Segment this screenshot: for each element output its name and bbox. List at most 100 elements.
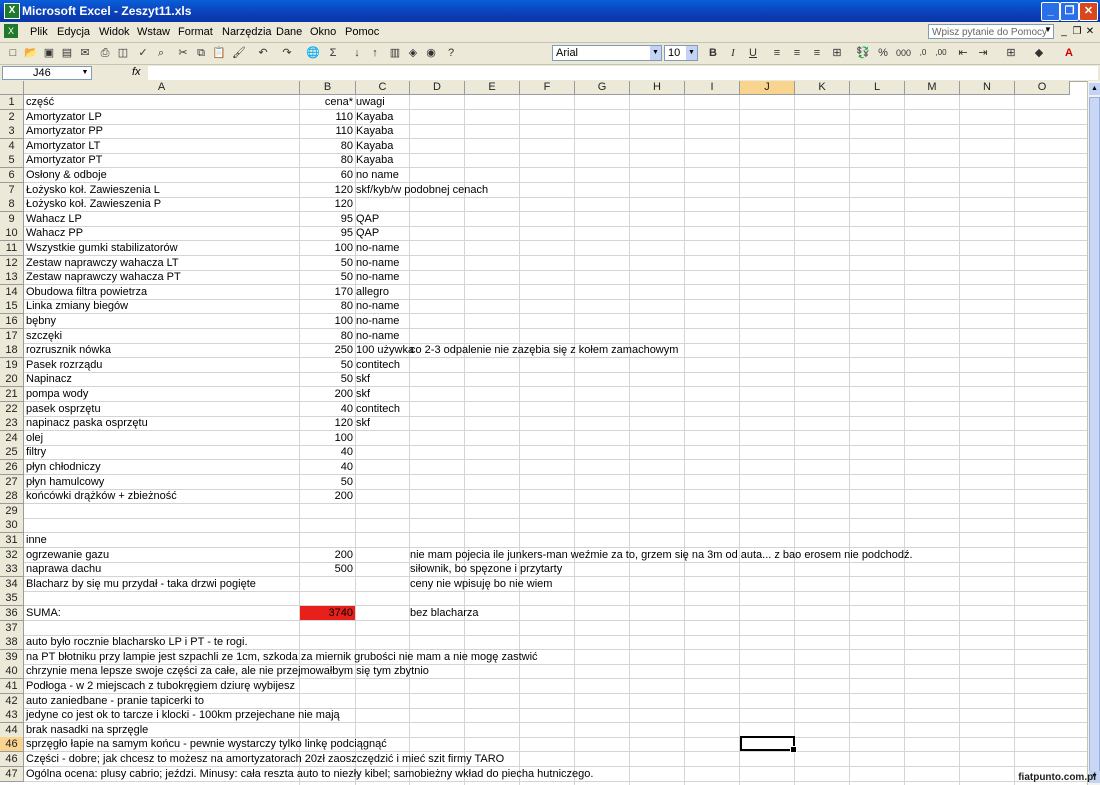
row-header[interactable]: 9 (0, 211, 24, 227)
cell-notes[interactable]: no-name (356, 329, 399, 343)
row-header[interactable]: 8 (0, 197, 24, 213)
cell-notes[interactable]: Kayaba (356, 153, 393, 167)
column-header-c[interactable]: C (356, 81, 410, 95)
cell-price[interactable]: 120 (300, 197, 353, 211)
cell-price[interactable]: 100 (300, 431, 353, 445)
cell-notes[interactable]: skf/kyb/w podobnej cenach (356, 183, 488, 197)
cut-icon[interactable]: ✂ (176, 46, 190, 60)
sort-asc-icon[interactable]: ↓ (350, 46, 364, 60)
cell-price[interactable]: 80 (300, 139, 353, 153)
fill-color-icon[interactable]: ◆ (1032, 46, 1046, 60)
cell-part[interactable]: Zestaw naprawczy wahacza LT (26, 256, 179, 270)
cell-notes[interactable]: QAP (356, 212, 379, 226)
document-icon[interactable]: X (4, 24, 18, 38)
row-header[interactable]: 6 (0, 168, 24, 183)
minimize-button[interactable]: _ (1041, 2, 1060, 21)
row-header[interactable]: 12 (0, 255, 24, 271)
row-header[interactable]: 47 (0, 766, 24, 782)
cell-price[interactable]: 95 (300, 226, 353, 240)
menu-plik[interactable]: Plik (30, 26, 48, 38)
column-header-j[interactable]: J (740, 81, 795, 95)
cell-part[interactable]: Wahacz PP (26, 226, 83, 240)
cell-part[interactable]: część (26, 95, 54, 109)
cell-comment[interactable]: nie mam pojecia ile junkers-man weźmie z… (410, 548, 913, 562)
align-right-icon[interactable]: ≡ (810, 46, 824, 60)
row-header[interactable]: 18 (0, 343, 24, 359)
cell-notes[interactable]: Kayaba (356, 110, 393, 124)
cell-price[interactable]: 200 (300, 489, 353, 503)
row-header[interactable]: 11 (0, 241, 24, 256)
cell-price[interactable]: 170 (300, 285, 353, 299)
name-box-dropdown-icon[interactable]: ▼ (79, 67, 91, 79)
cell-price[interactable] (300, 650, 353, 664)
cell-price[interactable]: 40 (300, 445, 353, 459)
format-painter-icon[interactable]: 🖌 (232, 46, 246, 60)
help-icon[interactable]: ? (444, 46, 458, 60)
cell-part[interactable]: Amortyzator PP (26, 124, 103, 138)
underline-button[interactable]: U (746, 46, 760, 60)
row-header[interactable]: 17 (0, 328, 24, 344)
scroll-thumb[interactable] (1089, 97, 1100, 777)
hyperlink-icon[interactable]: 🌐 (306, 46, 320, 60)
row-header[interactable]: 20 (0, 372, 24, 388)
cell-price[interactable]: cena* (300, 95, 353, 109)
doc-restore-icon[interactable]: ❐ (1071, 25, 1083, 38)
row-header[interactable]: 39 (0, 649, 24, 665)
cell-price[interactable]: 40 (300, 402, 353, 416)
font-color-icon[interactable]: A (1062, 46, 1076, 60)
formula-input[interactable] (148, 66, 1098, 80)
cell-price[interactable]: 3740 (300, 606, 353, 620)
cell-part[interactable]: rozrusznik nówka (26, 343, 111, 357)
row-header[interactable]: 32 (0, 547, 24, 563)
cell-price[interactable]: 100 (300, 314, 353, 328)
cell-price[interactable]: 200 (300, 548, 353, 562)
row-header[interactable]: 5 (0, 153, 24, 169)
row-header[interactable]: 22 (0, 401, 24, 417)
drawing-icon[interactable]: ◈ (406, 46, 420, 60)
column-header-a[interactable]: A (24, 81, 300, 95)
menu-dane[interactable]: Dane (276, 26, 302, 38)
print-icon[interactable]: ⎙ (98, 46, 112, 60)
cell-price[interactable] (300, 737, 353, 751)
cell-notes[interactable]: no-name (356, 314, 399, 328)
open-icon[interactable]: 📂 (24, 46, 38, 60)
thousands-icon[interactable]: 000 (896, 46, 911, 60)
cell-price[interactable]: 200 (300, 387, 353, 401)
menu-pomoc[interactable]: Pomoc (345, 26, 379, 38)
column-header-o[interactable]: O (1015, 81, 1070, 95)
mail-icon[interactable]: ✉ (78, 46, 92, 60)
cell-comment[interactable]: siłownik, bo spęzone i przytarty (410, 562, 562, 576)
cell-price[interactable] (300, 767, 353, 781)
row-header[interactable]: 15 (0, 299, 24, 315)
cell-part[interactable]: naprawa dachu (26, 562, 101, 576)
column-header-k[interactable]: K (795, 81, 850, 95)
row-header[interactable]: 38 (0, 635, 24, 651)
cell-price[interactable]: 50 (300, 270, 353, 284)
cell-part[interactable]: Wahacz LP (26, 212, 82, 226)
cell-notes[interactable]: no name (356, 168, 399, 182)
menu-widok[interactable]: Widok (99, 26, 130, 38)
cell-price[interactable]: 80 (300, 329, 353, 343)
row-header[interactable]: 46 (0, 737, 24, 753)
close-button[interactable]: ✕ (1079, 2, 1098, 21)
cell-part[interactable]: Obudowa filtra powietrza (26, 285, 147, 299)
row-header[interactable]: 3 (0, 124, 24, 140)
cell-part[interactable]: Łożysko koł. Zawieszenia L (26, 183, 160, 197)
chart-wizard-icon[interactable]: ▥ (388, 46, 402, 60)
row-header[interactable]: 27 (0, 474, 24, 490)
align-left-icon[interactable]: ≡ (770, 46, 784, 60)
cell-part[interactable]: bębny (26, 314, 56, 328)
row-header[interactable]: 42 (0, 693, 24, 709)
select-all-corner[interactable] (0, 81, 24, 95)
row-header[interactable]: 46 (0, 752, 24, 767)
row-header[interactable]: 37 (0, 620, 24, 636)
doc-minimize-icon[interactable]: _ (1058, 25, 1070, 38)
cell-price[interactable]: 120 (300, 416, 353, 430)
decrease-indent-icon[interactable]: ⇤ (956, 46, 970, 60)
font-size-dropdown-icon[interactable]: ▼ (686, 46, 697, 60)
row-header[interactable]: 2 (0, 109, 24, 125)
cell-part[interactable]: Podłoga - w 2 miejscach z tubokręgiem dz… (26, 679, 295, 693)
cell-part[interactable]: pasek osprzętu (26, 402, 101, 416)
borders-icon[interactable]: ⊞ (1004, 46, 1018, 60)
cell-part[interactable]: ogrzewanie gazu (26, 548, 109, 562)
